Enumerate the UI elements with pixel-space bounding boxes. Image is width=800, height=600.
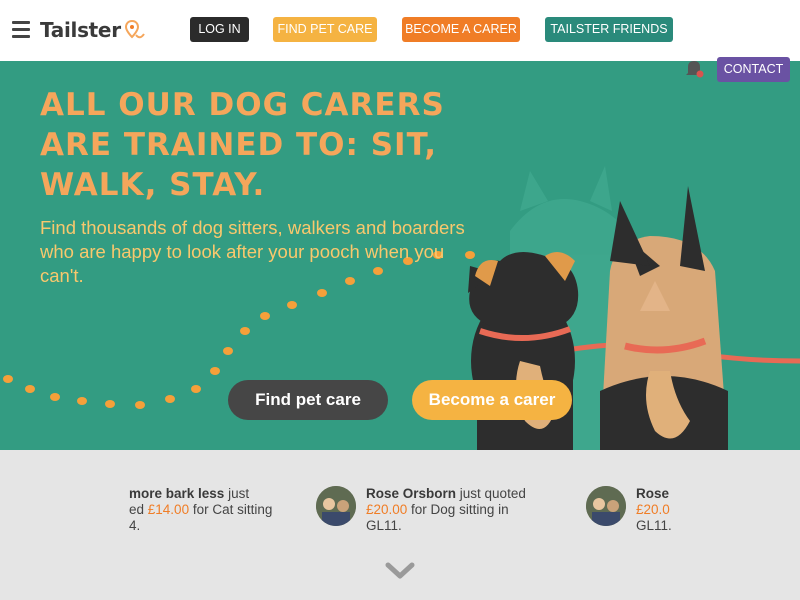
feed-item-price: £20.00: [366, 502, 408, 517]
feed-carousel: more bark less just ed £14.00 for Cat si…: [129, 480, 671, 540]
hero-subtitle: Find thousands of dog sitters, walkers a…: [40, 217, 465, 286]
feed-item: more bark less just ed £14.00 for Cat si…: [129, 480, 309, 540]
feed-item-name: more bark less: [129, 486, 225, 501]
become-carer-button[interactable]: BECOME A CARER: [402, 17, 520, 42]
find-pet-care-cta[interactable]: Find pet care: [228, 380, 388, 420]
activity-feed: more bark less just ed £14.00 for Cat si…: [0, 450, 800, 600]
bell-icon[interactable]: [684, 59, 704, 79]
avatar: [316, 486, 356, 526]
chevron-down-icon[interactable]: [385, 562, 415, 580]
feed-item: Rose Orsborn just quoted £20.00 for Dog …: [316, 480, 546, 540]
hero-title: ALL OUR DOG CARERS ARE TRAINED TO: SIT, …: [40, 87, 445, 203]
feed-item: Rose O £20.0 GL11.: [586, 480, 671, 540]
feed-item-text: Rose O £20.0 GL11.: [636, 486, 671, 534]
hamburger-icon[interactable]: [12, 21, 30, 38]
become-carer-cta[interactable]: Become a carer: [412, 380, 572, 420]
logo-text: Tailster: [40, 18, 121, 42]
feed-item-name: Rose Orsborn: [366, 486, 457, 501]
tailster-logo[interactable]: Tailster: [40, 16, 148, 44]
logo-pin-icon: [124, 19, 145, 39]
feed-item-price: £20.0: [636, 502, 670, 517]
login-button[interactable]: LOG IN: [190, 17, 249, 42]
feed-item-text: more bark less just ed £14.00 for Cat si…: [129, 486, 273, 533]
feed-item-text: Rose Orsborn just quoted £20.00 for Dog …: [366, 486, 526, 533]
feed-item-price: £14.00: [147, 502, 190, 517]
site-header: Tailster LOG IN FIND PET CARE BECOME A C…: [0, 0, 800, 61]
avatar: [586, 486, 626, 526]
find-pet-care-button[interactable]: FIND PET CARE: [273, 17, 377, 42]
hero-banner: ALL OUR DOG CARERS ARE TRAINED TO: SIT, …: [0, 61, 800, 450]
tailster-friends-button[interactable]: TAILSTER FRIENDS: [545, 17, 673, 42]
contact-button[interactable]: CONTACT: [717, 57, 790, 82]
feed-item-name: Rose O: [636, 486, 671, 501]
